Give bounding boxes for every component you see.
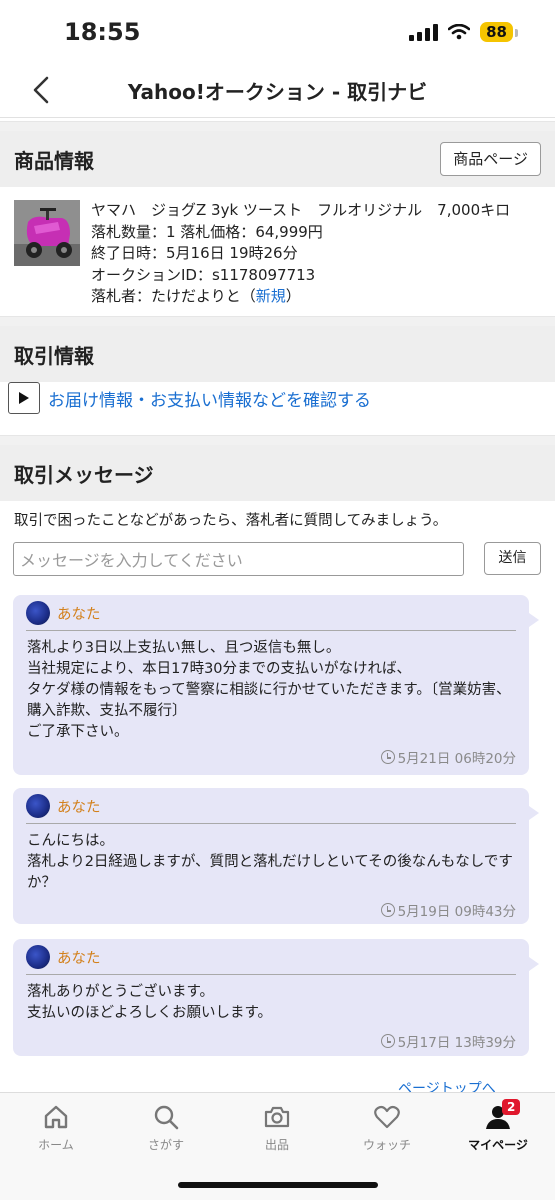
message-timestamp: 5月17日 13時39分 xyxy=(380,1031,516,1051)
message-sender: あなた xyxy=(57,799,101,816)
new-user-link[interactable]: 新規 xyxy=(256,287,286,305)
transaction-info-header: 取引情報 xyxy=(0,326,555,382)
message-input[interactable]: メッセージを入力してください xyxy=(13,542,464,576)
message-sender: あなた xyxy=(57,950,101,967)
home-indicator xyxy=(178,1182,378,1188)
tab-label: ウォッチ xyxy=(362,1138,411,1152)
message-timestamp: 5月21日 06時20分 xyxy=(380,747,516,767)
wifi-icon xyxy=(448,24,471,40)
message-sender: あなた xyxy=(57,606,101,623)
message-card: あなた 落札より3日以上支払い無し、且つ返信も無し。 当社規定により、本日17時… xyxy=(13,595,539,775)
messages-help-text: 取引で困ったことなどがあったら、落札者に質問してみましょう。 xyxy=(14,513,448,529)
message-body: 落札ありがとうございます。 支払いのほどよろしくお願いします。 xyxy=(27,984,273,1021)
winner-line: 落札者：たけだよりと（新規） xyxy=(91,286,510,308)
end-date: 終了日時：5月16日 19時26分 xyxy=(91,244,298,262)
message-time: 5月19日 09時43分 xyxy=(397,904,516,920)
tab-search[interactable]: さがす xyxy=(126,1103,206,1153)
messages-header: 取引メッセージ xyxy=(0,445,555,501)
product-page-button[interactable]: 商品ページ xyxy=(440,142,541,176)
notification-badge: 2 xyxy=(502,1099,521,1115)
message-header: あなた xyxy=(26,945,101,969)
divider xyxy=(26,974,516,975)
tab-sell[interactable]: 出品 xyxy=(237,1103,317,1153)
status-bar: 18:55 88 xyxy=(0,0,555,64)
page-title: Yahoo!オークション - 取引ナビ xyxy=(127,80,428,104)
status-indicators: 88 xyxy=(409,22,518,42)
clock-icon xyxy=(380,903,395,917)
transaction-info-title: 取引情報 xyxy=(14,344,94,368)
product-details: ヤマハ ジョグZ 3yk ツースト フルオリジナル 7,000キロ 落札数量：1… xyxy=(91,200,510,308)
confirm-delivery-payment-link[interactable]: お届け情報・お支払い情報などを確認する xyxy=(8,382,371,414)
status-time: 18:55 xyxy=(64,18,141,46)
avatar xyxy=(26,945,50,969)
product-title[interactable]: ヤマハ ジョグZ 3yk ツースト フルオリジナル 7,000キロ xyxy=(91,200,510,222)
message-body: こんにちは。 落札より2日経過しますが、質問と落札だけしといてその後なんもなしで… xyxy=(27,833,513,891)
tab-mypage[interactable]: 2 マイページ xyxy=(458,1099,538,1153)
search-icon xyxy=(154,1105,179,1130)
tab-label: マイページ xyxy=(468,1138,528,1152)
camera-icon xyxy=(264,1106,290,1128)
signal-icon xyxy=(409,23,439,41)
page-top-link[interactable]: ページトップへ xyxy=(398,1078,496,1092)
message-card: あなた 落札ありがとうございます。 支払いのほどよろしくお願いします。 5月17… xyxy=(13,939,539,1056)
product-info-title: 商品情報 xyxy=(14,149,94,173)
clock-icon xyxy=(380,750,395,764)
section-divider xyxy=(0,316,555,326)
product-info-header: 商品情報 商品ページ xyxy=(0,131,555,187)
section-divider xyxy=(0,435,555,445)
message-time: 5月17日 13時39分 xyxy=(397,1035,516,1051)
play-icon xyxy=(8,382,40,414)
tab-label: ホーム xyxy=(38,1138,74,1152)
messages-title: 取引メッセージ xyxy=(14,463,154,487)
tab-label: 出品 xyxy=(264,1138,289,1152)
auction-id: オークションID：s1178097713 xyxy=(91,265,316,284)
send-button[interactable]: 送信 xyxy=(484,542,541,575)
winner-suffix: ） xyxy=(285,287,301,305)
tab-home[interactable]: ホーム xyxy=(16,1103,96,1153)
message-time: 5月21日 06時20分 xyxy=(397,751,516,767)
tab-watch[interactable]: ウォッチ xyxy=(347,1103,427,1153)
clock-icon xyxy=(380,1034,395,1048)
navigation-bar: Yahoo!オークション - 取引ナビ xyxy=(0,64,555,118)
home-icon xyxy=(44,1105,68,1129)
product-thumbnail[interactable] xyxy=(14,200,80,266)
message-card: あなた こんにちは。 落札より2日経過しますが、質問と落札だけしといてその後なん… xyxy=(13,788,539,924)
message-header: あなた xyxy=(26,601,101,625)
heart-icon xyxy=(374,1105,400,1129)
avatar xyxy=(26,601,50,625)
tab-label: さがす xyxy=(147,1138,184,1152)
quantity-price: 落札数量：1 落札価格：64,999円 xyxy=(91,222,323,241)
scooter-image xyxy=(14,200,80,266)
divider xyxy=(26,630,516,631)
section-divider xyxy=(0,121,555,131)
message-body: 落札より3日以上支払い無し、且つ返信も無し。 当社規定により、本日17時30分ま… xyxy=(27,640,511,740)
divider xyxy=(26,823,516,824)
avatar xyxy=(26,794,50,818)
message-timestamp: 5月19日 09時43分 xyxy=(380,900,516,920)
battery-indicator: 88 xyxy=(480,22,518,42)
message-header: あなた xyxy=(26,794,101,818)
winner-label: 落札者：たけだよりと（ xyxy=(91,287,256,305)
confirm-link-label: お届け情報・お支払い情報などを確認する xyxy=(48,390,371,411)
